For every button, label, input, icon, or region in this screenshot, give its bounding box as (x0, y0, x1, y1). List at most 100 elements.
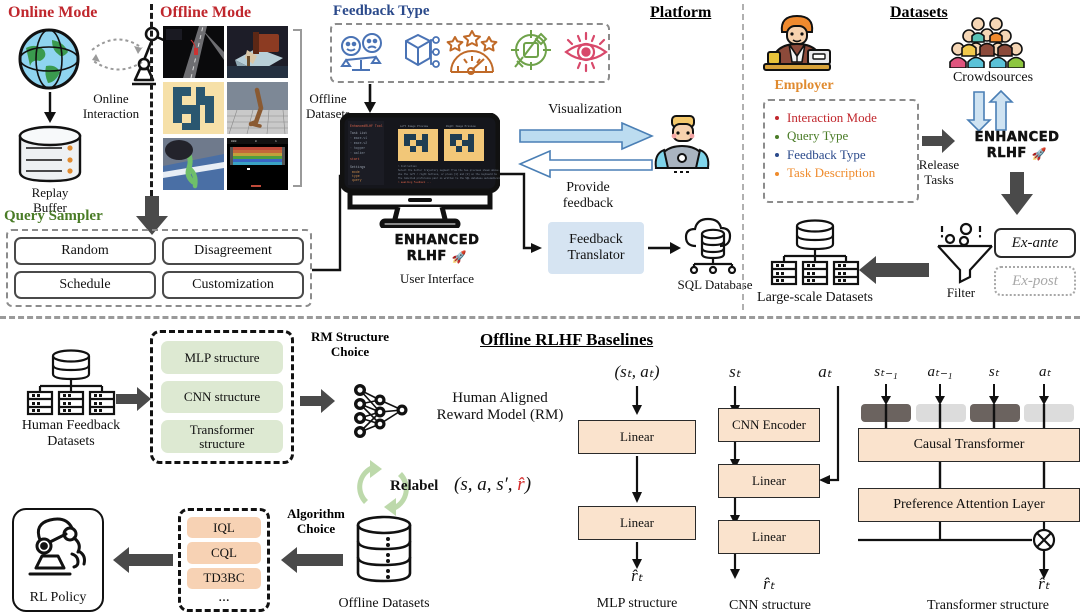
keypoint-feedback-icon (511, 30, 551, 70)
svg-text:Task List: Task List (350, 131, 367, 135)
transformer-token-label-0: sₜ₋₁ (874, 364, 898, 380)
mlp-caption: MLP structure (596, 596, 678, 611)
employer-icon (763, 14, 831, 71)
feedback-type-title: Feedback Type (333, 3, 430, 19)
query-sampler-option-customization[interactable]: Customization (162, 271, 304, 299)
ex-ante-option[interactable]: Ex-ante (994, 228, 1076, 258)
offline-rlhf-baselines-title: Offline RLHF Baselines (480, 330, 654, 349)
rm-choice-line1: RM Structure (310, 329, 390, 344)
transformer-output-label: r̂ₜ (1038, 574, 1050, 593)
svg-text:0: 0 (255, 140, 257, 143)
filter-label: Filter (946, 285, 976, 300)
large-scale-datasets-label: Large-scale Datasets (757, 290, 873, 305)
reward-model-line1: Human Aligned (452, 390, 548, 406)
cloud-database-icon (684, 217, 737, 274)
rm-structure-choice-label: RM Structure Choice (296, 329, 404, 360)
svg-text:> awaiting feedback ...: > awaiting feedback ... (398, 181, 431, 184)
mlp-output-label: r̂ₜ (631, 566, 643, 585)
transformer-token-label-2: sₜ (988, 364, 1000, 380)
algorithm-choice-label: Algorithm Choice (272, 506, 360, 537)
logo-to-filter-arrow (1001, 172, 1033, 215)
transformer-token-label-3: aₜ (1039, 364, 1051, 380)
relabel-label: Relabel (390, 478, 439, 494)
rm-structure-cnn[interactable]: CNN structure (161, 380, 283, 414)
svg-text:1: 1 (275, 140, 277, 143)
cnn-linear-2: Linear (718, 520, 820, 554)
bullet-dot (775, 116, 779, 121)
relabel-tuple-rhat: r̂ (517, 474, 525, 495)
algorithm-cql[interactable]: CQL (187, 542, 261, 564)
ui-platform-logo: ENHANCED RLHF 🚀 (382, 233, 492, 266)
platform-datasets-divider (742, 4, 744, 310)
online-mode-title: Online Mode (8, 4, 98, 21)
algorithm-choice-line2: Choice (296, 520, 336, 536)
employer-config-panel: Interaction Mode Query Type Feedback Typ… (763, 99, 919, 203)
translator-line2: Translator (567, 248, 625, 263)
human-feedback-line2: Datasets (47, 433, 95, 449)
attribute-feedback-icon (405, 33, 440, 68)
evaluative-feedback-icon (446, 30, 498, 75)
human-feedback-datasets-label: Human Feedback Datasets (6, 418, 136, 449)
platform-title: Platform (650, 4, 712, 21)
globe-icon (18, 28, 80, 90)
rm-to-nn-arrow (300, 389, 335, 413)
cnn-state-input-label: sₜ (729, 362, 741, 381)
crowdsources-exchange-arrows (966, 90, 1014, 132)
ex-post-option[interactable]: Ex-post (994, 266, 1076, 296)
query-sampler-option-disagreement[interactable]: Disagreement (162, 237, 304, 265)
svg-text:EnhancedRLHF Tool: EnhancedRLHF Tool (350, 124, 383, 128)
rm-choice-line2: Choice (330, 343, 370, 359)
employer-label: Employer (774, 78, 834, 93)
query-sampler-option-schedule[interactable]: Schedule (14, 271, 156, 299)
rm-structure-panel: MLP structure CNN structure Transformer … (150, 330, 294, 464)
algorithm-ellipsis: ... (218, 588, 230, 605)
svg-text:· walker: · walker (350, 151, 365, 155)
offline-datasets-bottom-label: Offline Datasets (338, 596, 430, 611)
datasets-title: Datasets (890, 4, 948, 21)
reward-model-label: Human Aligned Reward Model (RM) (420, 390, 580, 424)
mlp-input-label: (sₜ, aₜ) (614, 362, 660, 381)
provide-feedback-line1: Provide (566, 180, 610, 195)
svg-text:000: 000 (231, 140, 237, 143)
datasets-platform-logo: ENHANCED RLHF 🚀 (958, 130, 1076, 163)
svg-text:· maze-v1: · maze-v1 (350, 136, 367, 140)
rocket-icon: 🚀 (1031, 146, 1048, 161)
employer-item-interaction-mode: Interaction Mode (775, 109, 911, 127)
hfd-to-rm-arrow (116, 387, 151, 411)
visualization-label: Visualization (548, 102, 622, 117)
relabel-tuple-prefix: (s, a, s′, (454, 474, 518, 495)
walker-thumbnail (163, 138, 224, 190)
cnn-action-input-label: aₜ (818, 362, 832, 381)
query-sampler-title: Query Sampler (4, 208, 103, 224)
neural-network-icon (354, 384, 408, 438)
replay-buffer-label-line1: Replay (31, 185, 69, 200)
rm-structure-transformer[interactable]: Transformer structure (161, 420, 283, 454)
query-sampler-option-random[interactable]: Random (14, 237, 156, 265)
algorithm-td3bc[interactable]: TD3BC (187, 567, 261, 589)
svg-text:query: query (352, 178, 362, 182)
server-stack-icon (770, 219, 860, 286)
algorithm-iql[interactable]: IQL (187, 517, 261, 539)
driving-sim-thumbnail (163, 26, 224, 78)
bullet-dot (775, 153, 779, 158)
user-interface-monitor[interactable]: EnhancedRLHF Tool Task List · maze-v1 · … (340, 113, 500, 228)
causal-transformer-box: Causal Transformer (858, 428, 1080, 462)
cnn-linear-1: Linear (718, 464, 820, 498)
server-stack-icon (26, 349, 116, 416)
transformer-residual-path (858, 522, 1056, 556)
mlp-mid-arrow (632, 456, 642, 503)
svg-text:Left Image Preview: Left Image Preview (400, 124, 428, 128)
algorithm-panel: IQL CQL TD3BC ... (178, 508, 270, 612)
rm-structure-mlp[interactable]: MLP structure (161, 341, 283, 374)
svg-text:Settings: Settings (350, 165, 365, 169)
transformer-mid-stems (938, 462, 1046, 488)
svg-text:· hopper: · hopper (350, 146, 365, 150)
rl-policy-label: RL Policy (29, 590, 87, 605)
datasets-logo-line2: RLHF (986, 146, 1027, 162)
rocket-icon: 🚀 (451, 249, 468, 264)
robot-arm-icon (28, 517, 86, 576)
transformer-token-label-1: aₜ₋₁ (927, 364, 953, 380)
transformer-token-arrows (881, 384, 1049, 405)
cnn-output-label: r̂ₜ (763, 574, 775, 593)
relabel-tuple: (s, a, s′, r̂) (454, 474, 531, 496)
